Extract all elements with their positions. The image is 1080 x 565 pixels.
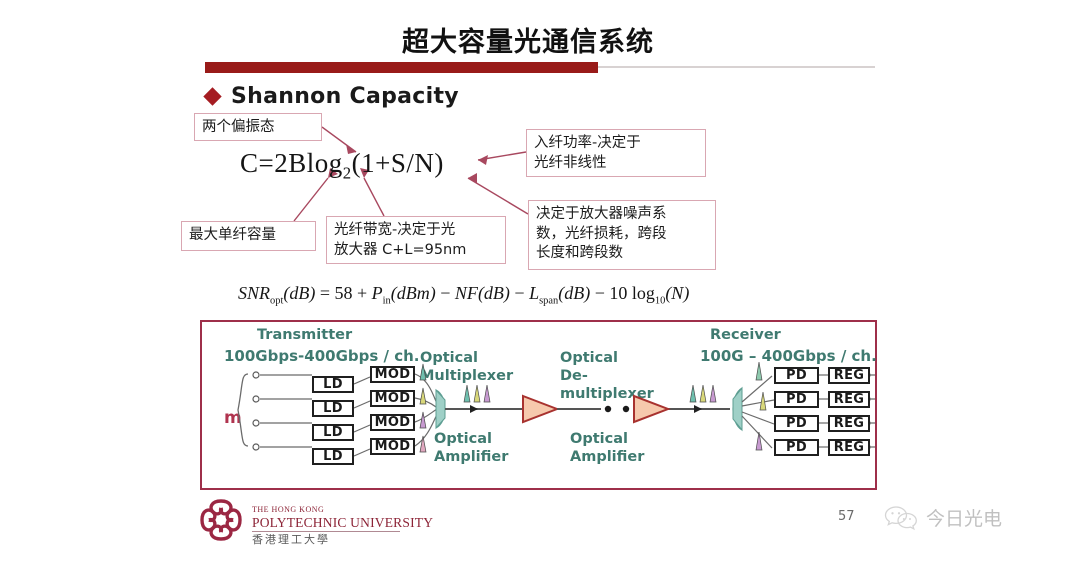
snr-pin: P — [371, 283, 383, 303]
university-line-3: 香港理工大學 — [252, 533, 330, 546]
ld-box[interactable]: LD — [312, 424, 354, 441]
snr-log-term: − 10 log — [594, 283, 655, 303]
pd-box[interactable]: PD — [774, 391, 819, 408]
snr-db2: (dB) — [477, 283, 510, 303]
snr-nf: NF — [454, 283, 478, 303]
reg-box[interactable]: REG — [828, 367, 870, 384]
callout-input-power: 入纤功率-决定于 光纤非线性 — [526, 129, 706, 177]
snr-log-base: 10 — [654, 295, 666, 307]
formula-head: C=2Blog — [240, 148, 343, 178]
mod-box[interactable]: MOD — [370, 438, 415, 455]
diamond-bullet-icon — [203, 87, 222, 106]
formula-tail: (1+S/N) — [351, 148, 444, 178]
wechat-icon — [884, 505, 917, 530]
snr-formula: SNRopt(dB) = 58 + Pin(dBm) − NF(dB) − Ls… — [238, 283, 838, 307]
logo-divider — [252, 531, 400, 532]
shannon-capacity-heading: Shannon Capacity — [203, 84, 459, 109]
snr-minus2: − — [514, 283, 525, 303]
watermark: 今日光电 — [884, 504, 1002, 531]
snr-dbm: (dBm) — [390, 283, 436, 303]
shannon-capacity-formula: C=2Blog2(1+S/N) — [240, 148, 444, 183]
reg-box[interactable]: REG — [828, 391, 870, 408]
snr-db1: (dB) — [283, 283, 316, 303]
mod-box[interactable]: MOD — [370, 390, 415, 407]
ld-box[interactable]: LD — [312, 448, 354, 465]
university-line-1: THE HONG KONG — [252, 504, 325, 514]
snr-n: (N) — [665, 283, 690, 303]
snr-db3: (dB) — [558, 283, 591, 303]
snr-lspan: L — [529, 283, 540, 303]
callout-fiber-bandwidth: 光纤带宽-决定于光 放大器 C+L=95nm — [326, 216, 506, 264]
snr-equals: = 58 + — [319, 283, 368, 303]
slide-canvas: 超大容量光通信系统 Shannon Capacity 两个偏振态 最大单纤容量 … — [178, 0, 898, 565]
reg-box[interactable]: REG — [828, 439, 870, 456]
pd-box[interactable]: PD — [774, 439, 819, 456]
callout-noise-figure: 决定于放大器噪声系 数，光纤损耗，跨段 长度和跨段数 — [528, 200, 716, 270]
university-logo: THE HONG KONG POLYTECHNIC UNIVERSITY 香港理… — [196, 495, 433, 545]
callout-polarization: 两个偏振态 — [194, 113, 322, 141]
pd-box[interactable]: PD — [774, 367, 819, 384]
mod-box[interactable]: MOD — [370, 414, 415, 431]
optical-system-diagram: Transmitter Receiver 100Gbps-400Gbps / c… — [200, 320, 877, 490]
reg-box[interactable]: REG — [828, 415, 870, 432]
snr-subscript: opt — [270, 295, 284, 307]
page-title: 超大容量光通信系统 — [402, 27, 654, 58]
snr-symbol: SNR — [238, 283, 271, 303]
formula-log-base: 2 — [342, 163, 352, 183]
pd-box[interactable]: PD — [774, 415, 819, 432]
snr-minus1: − — [440, 283, 451, 303]
heading-label: Shannon Capacity — [231, 84, 459, 109]
ld-box[interactable]: LD — [312, 400, 354, 417]
polyu-knot-icon — [200, 499, 242, 541]
page-number: 57 — [838, 509, 855, 524]
watermark-text: 今日光电 — [926, 508, 1003, 530]
title-accent-rule — [598, 66, 875, 68]
title-accent-bar — [205, 62, 598, 73]
callout-max-capacity: 最大单纤容量 — [181, 221, 316, 251]
snr-pin-sub: in — [382, 295, 391, 307]
university-line-2: POLYTECHNIC UNIVERSITY — [252, 514, 434, 530]
mod-box[interactable]: MOD — [370, 366, 415, 383]
ld-box[interactable]: LD — [312, 376, 354, 393]
snr-lspan-sub: span — [539, 295, 559, 307]
